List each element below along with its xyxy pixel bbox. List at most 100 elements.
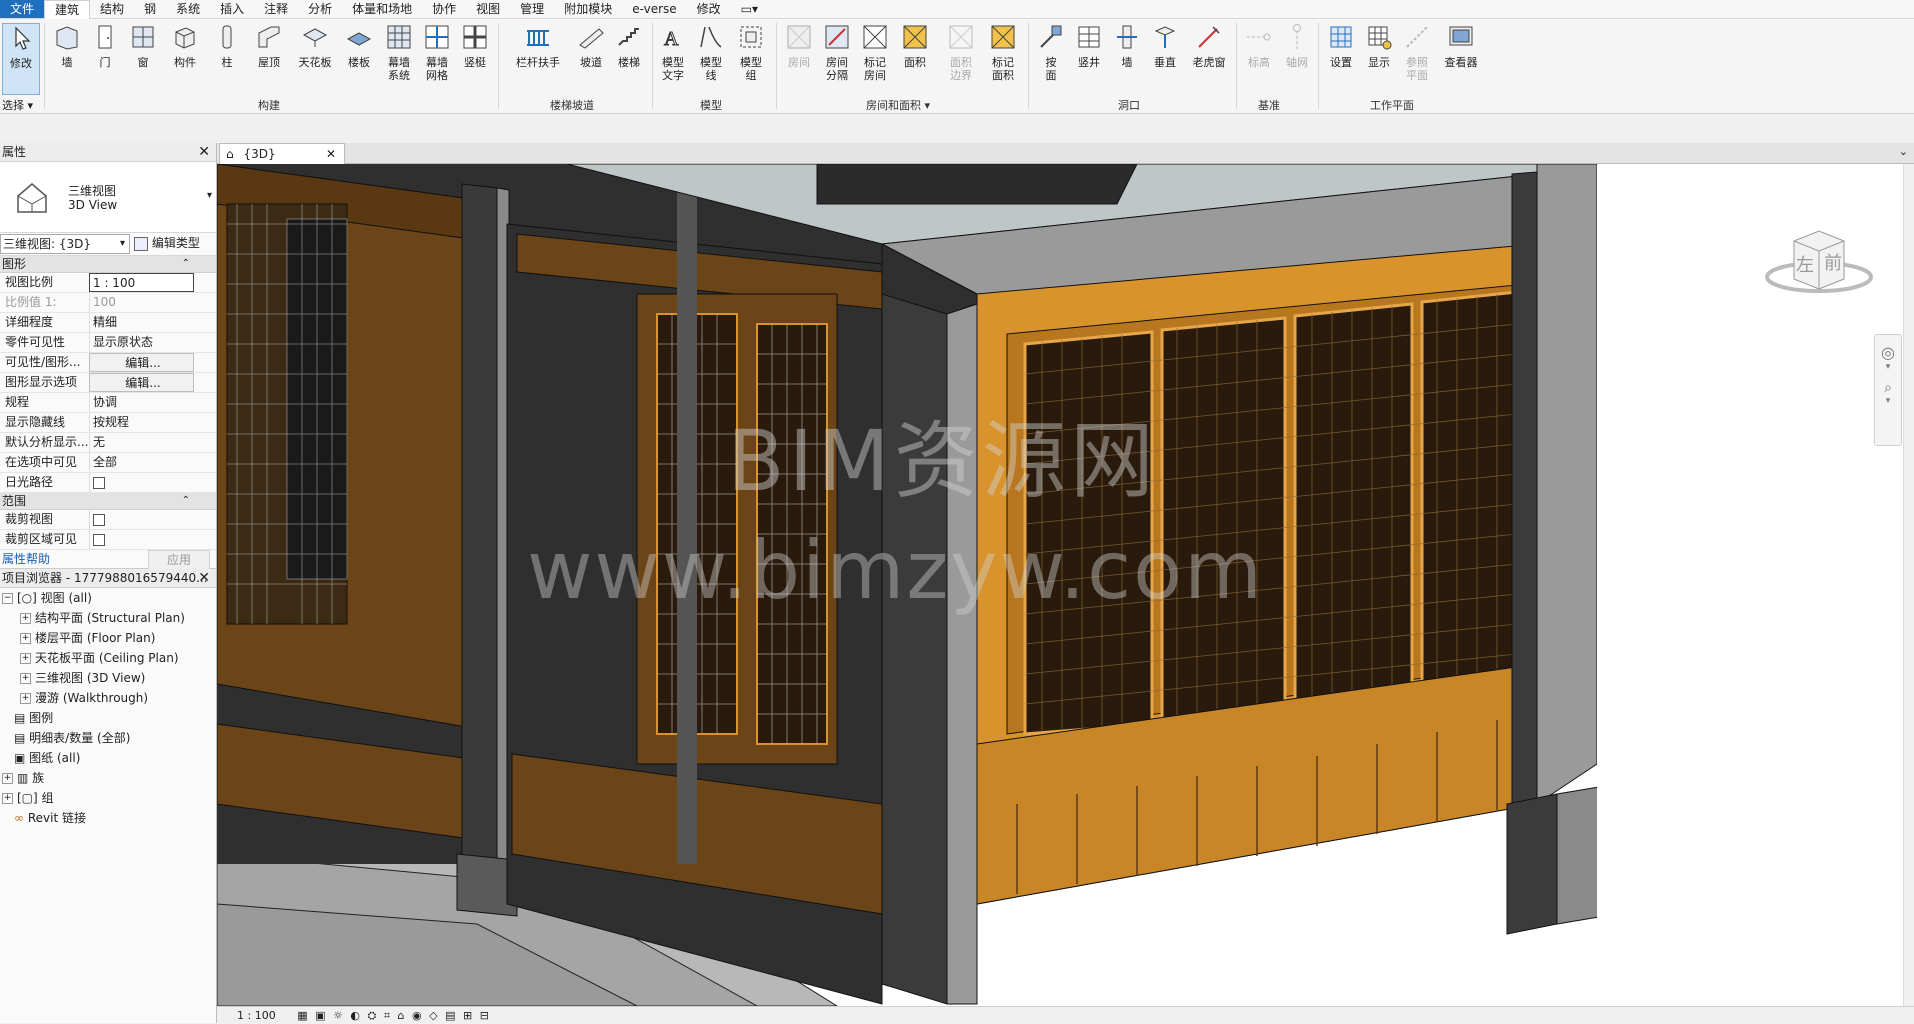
view-scale-input[interactable]: 1 : 100 [89, 273, 194, 292]
detail-level-icon[interactable]: ▦ [297, 1009, 307, 1022]
vg-edit-button[interactable]: 编辑... [89, 353, 194, 372]
chevron-down-icon[interactable]: ▾ [1875, 396, 1901, 406]
railing-button[interactable]: 栏杆扶手 [510, 23, 566, 69]
model-text-button[interactable]: A 模型 文字 [654, 23, 692, 83]
apply-button[interactable]: 应用 [148, 550, 210, 570]
ceiling-button[interactable]: 天花板 [294, 23, 336, 69]
tree-walkthrough[interactable]: + 漫游 (Walkthrough) [0, 688, 216, 708]
sun-path-checkbox[interactable] [93, 477, 105, 489]
group-room-area-label[interactable]: 房间和面积 ▾ [866, 97, 930, 113]
tree-ceiling-plan[interactable]: + 天花板平面 (Ceiling Plan) [0, 648, 216, 668]
stair-button[interactable]: 楼梯 [610, 23, 648, 69]
tree-3d-view[interactable]: + 三维视图 (3D View) [0, 668, 216, 688]
chevron-down-icon[interactable]: ▾ [207, 190, 212, 201]
crop-view-checkbox[interactable] [93, 514, 105, 526]
menu-file[interactable]: 文件 [0, 0, 45, 18]
visible-in-option-value[interactable]: 全部 [89, 453, 193, 472]
tree-families[interactable]: + ▥ 族 [0, 768, 216, 788]
mullion-button[interactable]: 竖梃 [456, 23, 494, 69]
shadows-icon[interactable]: ◐ [350, 1009, 360, 1022]
curtain-system-button[interactable]: 幕墙 系统 [380, 23, 418, 82]
lock-view-icon[interactable]: ⌂ [398, 1009, 405, 1022]
menu-analyze[interactable]: 分析 [298, 0, 342, 18]
expand-icon[interactable]: + [20, 633, 31, 644]
tab-3d-view[interactable]: ⌂ {3D} ✕ [219, 143, 345, 164]
zoom-icon[interactable]: ⌕ [1875, 380, 1901, 396]
graphic-display-edit-button[interactable]: 编辑... [89, 373, 194, 392]
by-face-button[interactable]: 按 面 [1032, 23, 1070, 82]
menu-systems[interactable]: 系统 [166, 0, 210, 18]
floor-button[interactable]: 楼板 [340, 23, 378, 69]
column-button[interactable]: 柱 [208, 23, 246, 69]
shaft-button[interactable]: 竖井 [1070, 23, 1108, 69]
show-workplane-button[interactable]: 显示 [1360, 23, 1398, 69]
tab-menu-icon[interactable]: ⌄ [1899, 145, 1908, 158]
scale-display[interactable]: 1 : 100 [237, 1009, 276, 1022]
expand-icon[interactable]: + [20, 653, 31, 664]
component-button[interactable]: 构件 [166, 23, 204, 69]
model-group-button[interactable]: 模型 组 [732, 23, 770, 82]
expand-icon[interactable]: + [2, 773, 13, 784]
menu-modify[interactable]: 修改 [687, 0, 731, 18]
properties-help-link[interactable]: 属性帮助 [0, 552, 50, 566]
model-line-button[interactable]: 模型 线 [692, 23, 730, 82]
vertical-opening-button[interactable]: 垂直 [1146, 23, 1184, 69]
menu-massing[interactable]: 体量和场地 [342, 0, 422, 18]
analytical-icon[interactable]: ⊟ [480, 1009, 489, 1022]
tree-schedules[interactable]: ▤ 明细表/数量 (全部) [0, 728, 216, 748]
tag-area-button[interactable]: 标记 面积 [984, 23, 1022, 82]
reveal-hidden-icon[interactable]: ◇ [429, 1009, 437, 1022]
menu-addins[interactable]: 附加模块 [554, 0, 622, 18]
menu-annotate[interactable]: 注释 [254, 0, 298, 18]
section-graphics[interactable]: 图形 ⌃ [0, 256, 216, 273]
door-button[interactable]: 门 [86, 23, 124, 69]
expand-icon[interactable]: + [20, 693, 31, 704]
tag-room-button[interactable]: 标记 房间 [856, 23, 894, 82]
wall-button[interactable]: 墙 [48, 23, 86, 69]
select-dropdown[interactable]: 选择 ▾ [2, 97, 33, 113]
steering-wheel-icon[interactable]: ◎ [1875, 343, 1901, 362]
curtain-grid-button[interactable]: 幕墙 网格 [418, 23, 456, 82]
section-extents[interactable]: 范围 ⌃ [0, 493, 216, 510]
tree-structural-plan[interactable]: + 结构平面 (Structural Plan) [0, 608, 216, 628]
tree-groups[interactable]: + [▢] 组 [0, 788, 216, 808]
close-icon[interactable]: ✕ [198, 143, 210, 161]
visual-style-icon[interactable]: ▣ [315, 1009, 325, 1022]
tree-legends[interactable]: ▤ 图例 [0, 708, 216, 728]
viewcube-left-label[interactable]: 左 [1796, 251, 1814, 277]
chevron-down-icon[interactable]: ▾ [1875, 362, 1901, 372]
menu-structure[interactable]: 结构 [90, 0, 134, 18]
close-icon[interactable]: ✕ [198, 569, 210, 587]
set-workplane-button[interactable]: 设置 [1322, 23, 1360, 69]
expand-icon[interactable]: + [20, 613, 31, 624]
menu-architecture[interactable]: 建筑 [44, 0, 91, 19]
worksharing-icon[interactable]: ▤ [445, 1009, 455, 1022]
menu-manage[interactable]: 管理 [510, 0, 554, 18]
menu-collaborate[interactable]: 协作 [422, 0, 466, 18]
modify-button[interactable]: 修改 [2, 23, 40, 95]
ramp-button[interactable]: 坡道 [572, 23, 610, 69]
discipline-value[interactable]: 协调 [89, 393, 193, 412]
edit-type-button[interactable]: 编辑类型 [134, 234, 200, 252]
expand-icon[interactable]: + [20, 673, 31, 684]
dormer-button[interactable]: 老虎窗 [1186, 23, 1232, 69]
viewcube-front-label[interactable]: 前 [1824, 249, 1842, 275]
area-button[interactable]: 面积 [896, 23, 934, 69]
viewer-button[interactable]: 查看器 [1438, 23, 1484, 69]
wall-opening-button[interactable]: 墙 [1108, 23, 1146, 69]
crop-view-icon[interactable]: ⌗ [384, 1009, 390, 1022]
3d-viewport[interactable]: BIM资源网 www.bimzyw.com 左 前 ◎ ▾ ⌕ ▾ [217, 164, 1914, 1006]
type-selector[interactable]: 三维视图 3D View ▾ [0, 162, 216, 233]
menu-insert[interactable]: 插入 [210, 0, 254, 18]
tree-revit-links[interactable]: ∞ Revit 链接 [0, 808, 216, 828]
hidden-lines-value[interactable]: 按规程 [89, 413, 193, 432]
room-button[interactable]: 房间 [780, 23, 818, 69]
roof-button[interactable]: 屋顶 [250, 23, 288, 69]
view-instance-dropdown[interactable]: 三维视图: {3D} ▾ [0, 234, 130, 254]
tree-sheets[interactable]: ▣ 图纸 (all) [0, 748, 216, 768]
highlight-icon[interactable]: ⊞ [463, 1009, 472, 1022]
parts-visibility-value[interactable]: 显示原状态 [89, 333, 193, 352]
close-icon[interactable]: ✕ [326, 144, 336, 164]
ribbon-toggle-icon[interactable]: ▭▾ [731, 0, 768, 18]
window-button[interactable]: 窗 [124, 23, 162, 69]
